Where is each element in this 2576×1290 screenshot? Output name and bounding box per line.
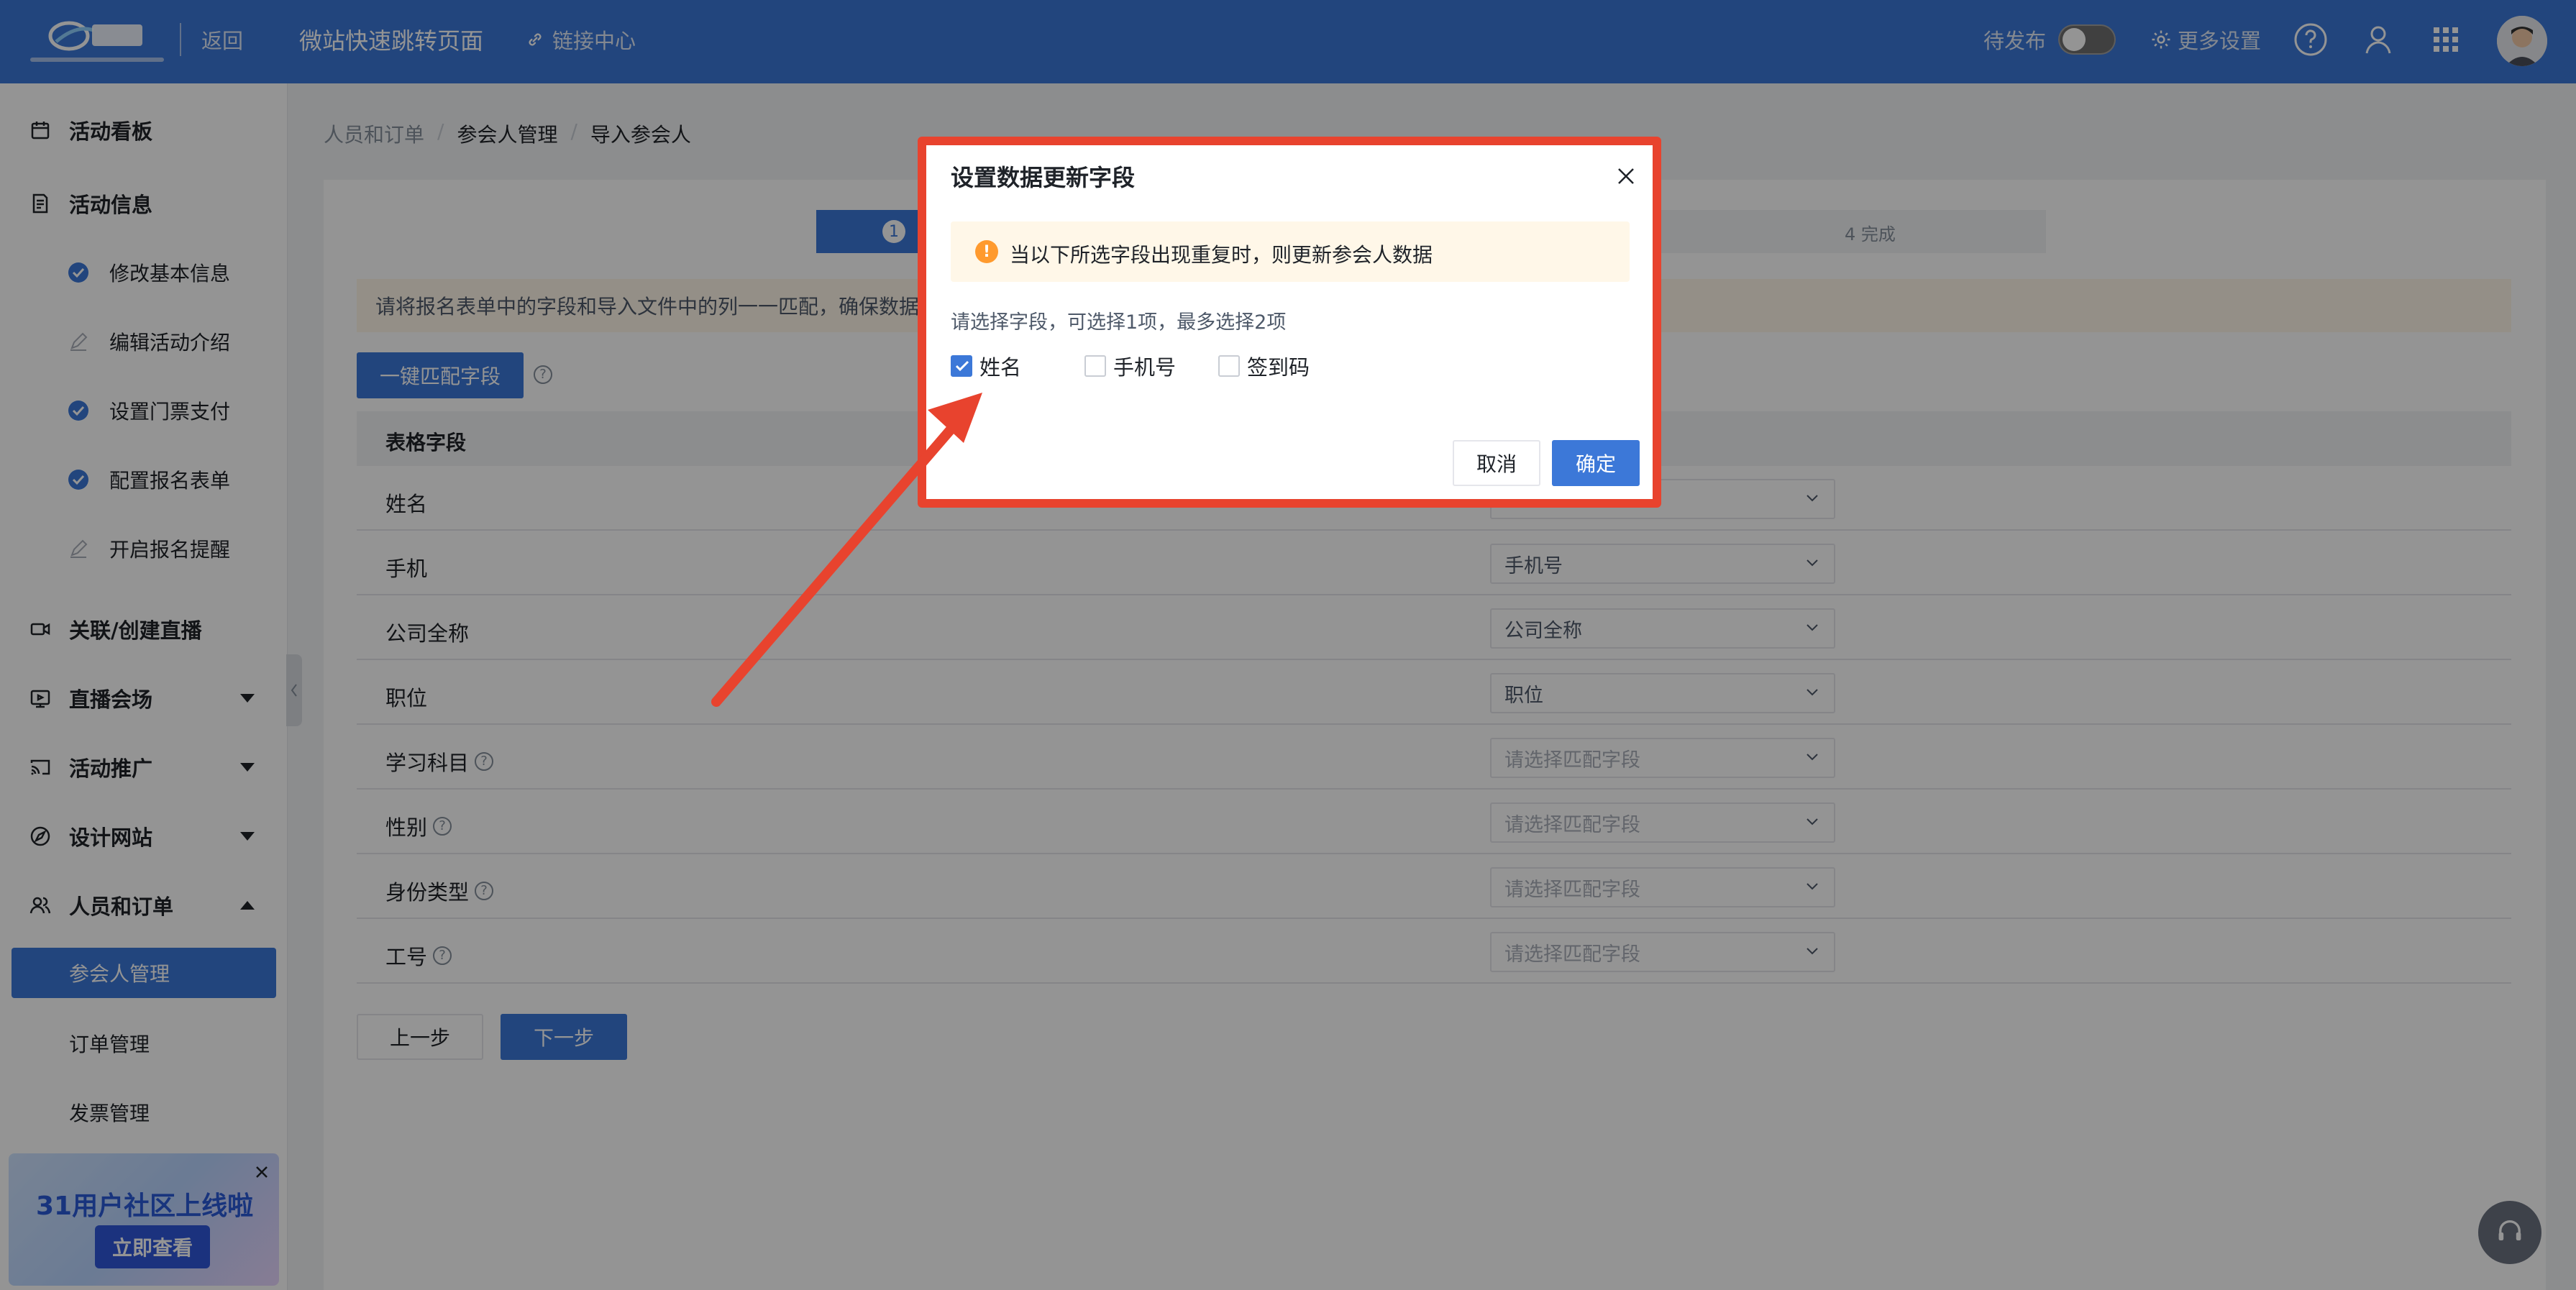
app-page: 返回 微站快速跳转页面 链接中心 待发布 更多设置 活动看板 活动信息 修改基本… xyxy=(0,0,2576,1290)
annotation-highlight-box xyxy=(918,137,1661,508)
